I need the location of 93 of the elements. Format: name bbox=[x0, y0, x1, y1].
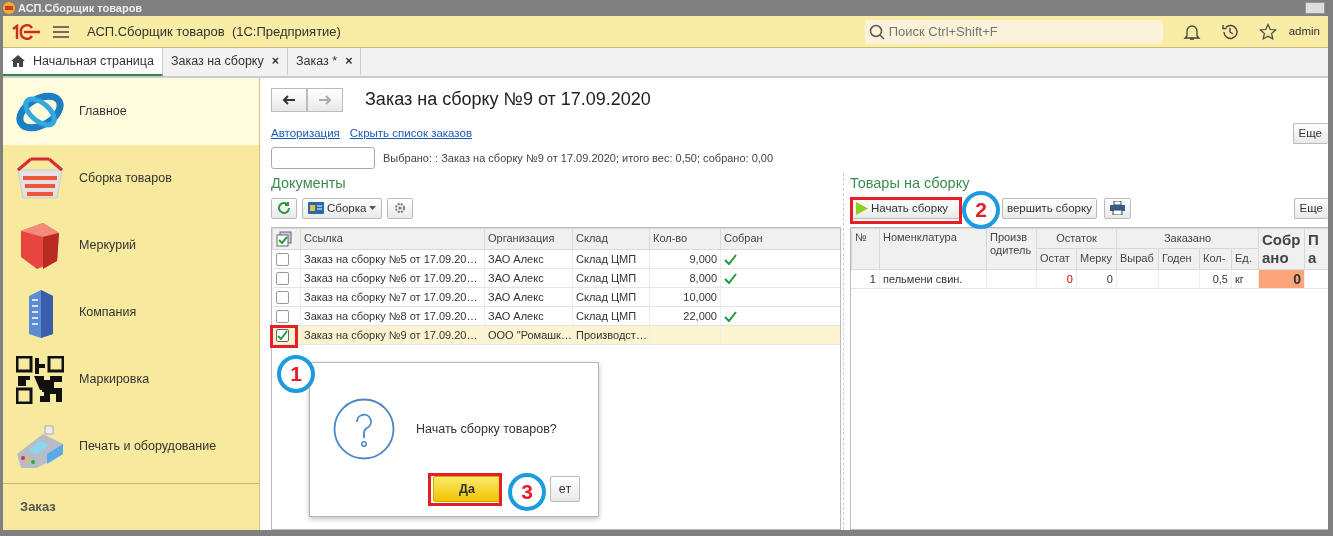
link[interactable]: Авторизация bbox=[271, 124, 340, 143]
table-cell: Заказ на сборку №5 от 17.09.20… bbox=[300, 249, 485, 269]
app-title: АСП.Сборщик товаров (1С:Предприятие) bbox=[87, 22, 341, 41]
back-button[interactable] bbox=[271, 87, 307, 112]
column-header[interactable]: Па bbox=[1304, 228, 1328, 270]
table-cell: Заказ на сборку №7 от 17.09.20… bbox=[300, 287, 485, 307]
play-icon bbox=[855, 201, 868, 215]
sidebar-item[interactable]: Меркурий bbox=[3, 212, 259, 279]
table-cell: Заказ на сборку №8 от 17.09.20… bbox=[300, 306, 485, 326]
table-cell: Склад ЦМП bbox=[572, 287, 650, 307]
table-cell: 10,000 bbox=[649, 287, 721, 307]
basket-icon bbox=[15, 155, 65, 202]
close-icon[interactable]: × bbox=[271, 51, 280, 71]
column-header[interactable]: Собрано bbox=[1258, 228, 1305, 270]
history-icon[interactable] bbox=[1220, 22, 1239, 41]
input-field[interactable] bbox=[271, 147, 375, 169]
logo-icon bbox=[11, 23, 41, 40]
settings-icon bbox=[393, 201, 408, 216]
app-icon bbox=[3, 2, 15, 14]
sidebar-item[interactable]: Сборка товаров bbox=[3, 145, 259, 212]
settings-button[interactable] bbox=[387, 197, 414, 219]
selection-summary: Выбрано: : Заказ на сборку №9 от 17.09.2020; итого вес: 0,50; собрано: 0,00 bbox=[383, 150, 774, 166]
sidebar-item[interactable]: Компания bbox=[3, 279, 259, 346]
table-cell: 1 bbox=[851, 269, 880, 289]
caret-icon bbox=[369, 206, 377, 211]
search-icon bbox=[868, 23, 885, 40]
table-cell: кг bbox=[1231, 269, 1259, 289]
link[interactable]: Скрыть список заказов bbox=[349, 124, 473, 143]
select-all-icon[interactable] bbox=[276, 230, 292, 247]
column-header[interactable]: Организация bbox=[484, 228, 573, 250]
section-heading: Товары на сборку bbox=[849, 174, 971, 193]
checkbox[interactable] bbox=[275, 310, 289, 324]
qr-code-icon bbox=[16, 355, 64, 404]
forward-arrow-icon bbox=[318, 94, 332, 105]
minimize-button[interactable] bbox=[1305, 2, 1325, 14]
table-cell: ЗАО Алекс bbox=[484, 306, 573, 326]
card-icon bbox=[308, 202, 324, 215]
column-header[interactable]: Кол-во bbox=[649, 228, 721, 250]
bell-icon[interactable] bbox=[1182, 22, 1201, 41]
table-cell: 8,000 bbox=[649, 268, 721, 288]
table-cell: Склад ЦМП bbox=[572, 306, 650, 326]
refresh-button[interactable] bbox=[271, 197, 297, 219]
menu-icon[interactable] bbox=[53, 25, 69, 38]
checkbox[interactable] bbox=[275, 291, 289, 305]
sidebar-item[interactable]: Маркировка bbox=[3, 346, 259, 413]
table-cell: 22,000 bbox=[649, 306, 721, 326]
tab[interactable]: Начальная страница bbox=[3, 48, 163, 76]
print-button[interactable] bbox=[1103, 197, 1131, 219]
close-icon[interactable]: × bbox=[345, 51, 353, 71]
column-header[interactable]: Производитель bbox=[986, 228, 1037, 270]
refresh-icon bbox=[277, 201, 291, 216]
table-cell: 0 bbox=[1036, 269, 1077, 289]
table-cell: 9,000 bbox=[649, 249, 721, 269]
assembly-dropdown[interactable]: Сборка bbox=[302, 197, 383, 219]
column-group-header: Остаток bbox=[1036, 228, 1117, 249]
section-heading: Документы bbox=[271, 174, 347, 193]
table-cell: Склад ЦМП bbox=[572, 249, 650, 269]
table-cell: 0 bbox=[1076, 269, 1117, 289]
highlight-frame bbox=[270, 325, 298, 348]
question-icon bbox=[333, 398, 395, 460]
home-icon bbox=[11, 55, 25, 67]
checkbox[interactable] bbox=[275, 272, 289, 286]
column-header[interactable]: № bbox=[851, 228, 880, 270]
dialog-button[interactable]: ет bbox=[550, 476, 580, 502]
sidebar-item[interactable]: Печать и оборудование bbox=[3, 413, 259, 480]
finish-button[interactable]: вершить сборку bbox=[1001, 197, 1097, 219]
column-header[interactable]: Склад bbox=[572, 228, 650, 250]
table-cell: пельмени свин. bbox=[879, 269, 987, 289]
checkbox[interactable] bbox=[275, 329, 289, 343]
table-cell: Склад ЦМП bbox=[572, 268, 650, 288]
column-header[interactable]: Собран bbox=[720, 228, 840, 250]
table-cell: ЗАО Алекс bbox=[484, 287, 573, 307]
more-button[interactable]: Еще bbox=[1293, 197, 1328, 219]
star-icon[interactable] bbox=[1258, 22, 1277, 41]
column-header[interactable]: Номенклатура bbox=[879, 228, 987, 270]
payment-terminal-icon bbox=[15, 423, 65, 470]
column-header[interactable]: Ссылка bbox=[300, 228, 485, 250]
search-field[interactable]: Поиск Ctrl+Shift+F bbox=[864, 19, 1163, 44]
window-title: АСП.Сборщик товаров bbox=[18, 0, 143, 16]
form-title: Заказ на сборку №9 от 17.09.2020 bbox=[365, 88, 651, 111]
table-cell: 0,5 bbox=[1199, 269, 1232, 289]
user-name[interactable]: admin bbox=[1288, 22, 1320, 41]
sidebar-item[interactable]: Главное bbox=[3, 78, 259, 145]
checkbox[interactable] bbox=[275, 253, 289, 267]
table-cell: ЗАО Алекс bbox=[484, 249, 573, 269]
dialog-message: Начать сборку товаров? bbox=[416, 421, 557, 438]
back-arrow-icon bbox=[282, 94, 296, 105]
more-button[interactable]: Еще bbox=[1292, 123, 1328, 144]
column-group-header: Заказано bbox=[1116, 228, 1259, 249]
table-cell: ЗАО Алекс bbox=[484, 268, 573, 288]
printer-icon bbox=[1109, 201, 1125, 216]
dialog-button[interactable]: Да bbox=[433, 476, 501, 502]
table-cell: Заказ на сборку №6 от 17.09.20… bbox=[300, 268, 485, 288]
